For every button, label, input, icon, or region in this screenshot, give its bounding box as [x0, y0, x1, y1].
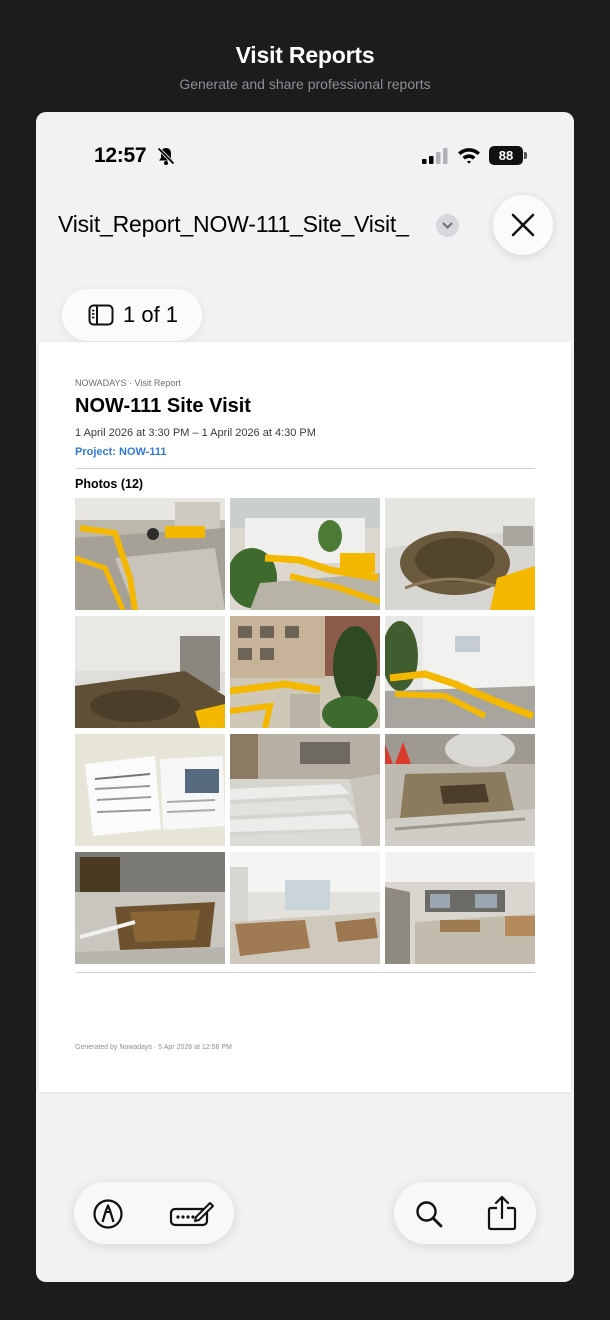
- divider: [75, 972, 535, 973]
- photo-2[interactable]: [230, 498, 380, 610]
- report-footer: Generated by Nowadays · 5 Apr 2026 at 12…: [75, 1044, 232, 1051]
- title-menu-button[interactable]: [436, 214, 459, 237]
- photo-8[interactable]: [230, 734, 380, 846]
- search-icon[interactable]: [414, 1199, 444, 1229]
- toolbar-left: [74, 1182, 234, 1244]
- report-title: NOW-111 Site Visit: [75, 395, 251, 417]
- markup-icon[interactable]: [92, 1198, 124, 1230]
- phone-screen: 12:57 88 Visit_Report_NOW-111_Site_Visit…: [36, 112, 574, 1282]
- photo-10[interactable]: [75, 852, 225, 964]
- report-dates: 1 April 2026 at 3:30 PM – 1 April 2026 a…: [75, 427, 316, 439]
- wifi-icon: [458, 148, 480, 164]
- toolbar-right: [394, 1182, 536, 1244]
- page-indicator-label: 1 of 1: [123, 302, 179, 327]
- photos-heading: Photos (12): [75, 477, 144, 491]
- photo-grid: [75, 498, 535, 964]
- photo-3[interactable]: [385, 498, 535, 610]
- promo-title: Visit Reports: [235, 42, 375, 68]
- battery-nub: [524, 152, 527, 159]
- signal-icon: [422, 148, 448, 164]
- photo-11[interactable]: [230, 852, 380, 964]
- report-project-link[interactable]: Project: NOW-111: [75, 446, 166, 458]
- status-time: 12:57: [94, 144, 147, 167]
- sidebar-icon: [88, 304, 114, 326]
- document-title[interactable]: Visit_Report_NOW-111_Site_Visit_: [58, 211, 409, 238]
- report-eyebrow: NOWADAYS · Visit Report: [75, 378, 181, 388]
- promo-subtitle: Generate and share professional reports: [179, 76, 431, 92]
- chevron-down-icon: [442, 222, 453, 229]
- autofill-icon[interactable]: [169, 1198, 215, 1230]
- photo-4[interactable]: [75, 616, 225, 728]
- photo-1[interactable]: [75, 498, 225, 610]
- photo-7[interactable]: [75, 734, 225, 846]
- close-button[interactable]: [493, 195, 553, 255]
- bell-slash-icon: [157, 147, 175, 165]
- share-icon[interactable]: [487, 1195, 517, 1231]
- battery-indicator: 88: [489, 146, 523, 165]
- report-page: NOWADAYS · Visit Report NOW-111 Site Vis…: [39, 342, 571, 1092]
- photo-12[interactable]: [385, 852, 535, 964]
- page-indicator-button[interactable]: 1 of 1: [62, 289, 202, 341]
- photo-6[interactable]: [385, 616, 535, 728]
- photo-5[interactable]: [230, 616, 380, 728]
- divider: [75, 468, 535, 469]
- photo-9[interactable]: [385, 734, 535, 846]
- close-icon: [511, 213, 535, 237]
